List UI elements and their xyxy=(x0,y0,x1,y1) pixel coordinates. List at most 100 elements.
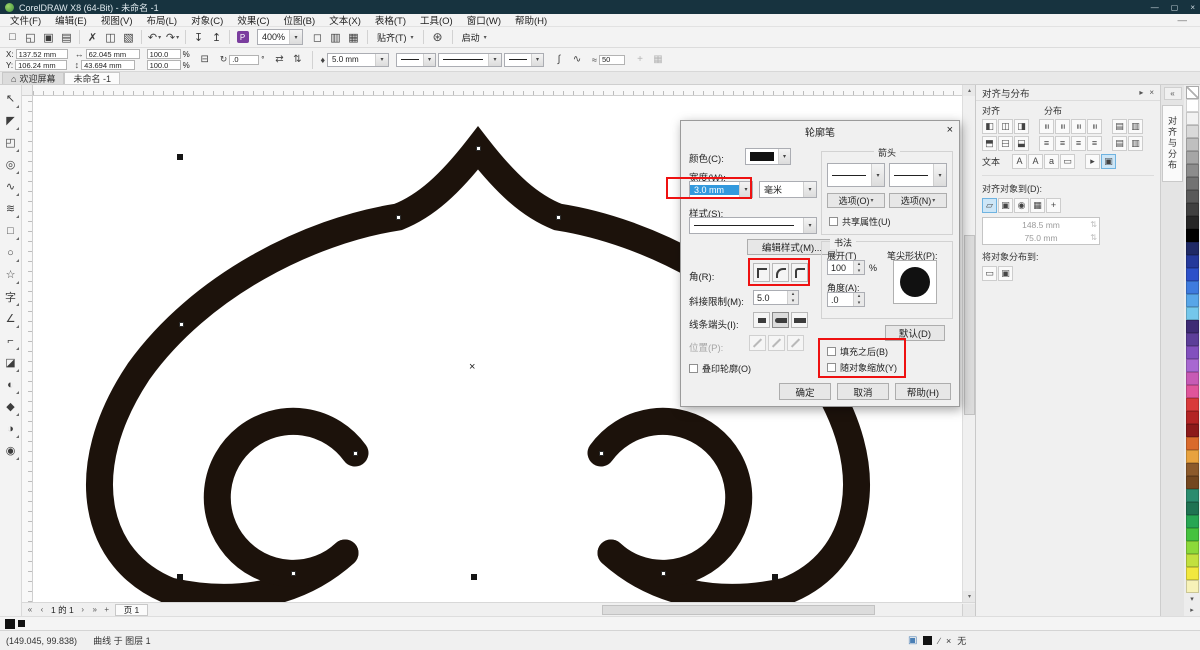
menu-edit[interactable]: 编辑(E) xyxy=(48,13,94,27)
scale-y-field[interactable] xyxy=(147,60,181,70)
square-cap-button[interactable] xyxy=(791,312,808,328)
menu-text[interactable]: 文本(X) xyxy=(322,13,368,27)
distribute-bottom-button[interactable]: ≡ xyxy=(1087,136,1102,151)
window-minimize-icon[interactable]: — xyxy=(1151,3,1159,12)
palette-swatch[interactable] xyxy=(1186,307,1199,320)
palette-swatch[interactable] xyxy=(1186,398,1199,411)
tab-welcome-screen[interactable]: ⌂ 欢迎屏幕 xyxy=(2,72,64,84)
freehand-tool[interactable]: ∿ xyxy=(1,176,20,197)
nib-shape-preview[interactable] xyxy=(893,260,937,304)
dropdown-arrow-icon[interactable]: ▾ xyxy=(803,182,816,197)
dropdown-arrow-icon[interactable]: ▾ xyxy=(531,54,543,66)
bevel-corner-button[interactable] xyxy=(791,263,808,282)
end-arrowhead-combobox[interactable]: ▾ xyxy=(889,163,947,187)
arrow-options-right-button[interactable]: 选项(N)▾ xyxy=(889,193,947,208)
pick-tool[interactable]: ↖ xyxy=(1,88,20,109)
last-page-icon[interactable]: » xyxy=(89,604,101,616)
print-button[interactable]: ▤ xyxy=(58,29,75,46)
menu-layout[interactable]: 布局(L) xyxy=(139,13,184,27)
launch-dropdown[interactable]: 启动 ▾ xyxy=(458,29,491,46)
palette-swatch[interactable] xyxy=(1186,268,1199,281)
outline-width-combobox[interactable]: 3.0 mm ▾ xyxy=(689,181,753,198)
smoothness-field[interactable] xyxy=(599,55,625,65)
horizontal-scrollbar[interactable] xyxy=(152,604,962,616)
close-curve-icon[interactable]: ∫ xyxy=(551,52,567,68)
distribute-spacing-vertical-button[interactable]: ≡ xyxy=(1071,136,1086,151)
palette-swatch[interactable] xyxy=(1186,203,1199,216)
ruler-origin-box[interactable] xyxy=(22,85,33,96)
palette-swatch[interactable] xyxy=(1186,177,1199,190)
curve-node[interactable] xyxy=(476,146,481,151)
align-right-button[interactable]: ◨ xyxy=(1014,119,1029,134)
arrow-options-left-button[interactable]: 选项(O)▾ xyxy=(827,193,885,208)
snap-to-dropdown[interactable]: 贴齐(T) ▾ xyxy=(373,29,418,46)
align-bottom-button[interactable]: ◨ xyxy=(1014,136,1029,151)
menu-effects[interactable]: 效果(C) xyxy=(230,13,276,27)
selection-handle[interactable] xyxy=(177,154,183,160)
outline-color-picker[interactable]: ▾ xyxy=(745,148,791,165)
end-arrowhead-combobox[interactable]: ▾ xyxy=(504,53,544,67)
palette-swatch[interactable] xyxy=(1186,580,1199,593)
align-center-horizontal-button[interactable]: ◫ xyxy=(998,119,1013,134)
dialog-close-icon[interactable]: × xyxy=(947,124,953,136)
palette-swatch[interactable] xyxy=(1186,216,1199,229)
palette-swatch[interactable] xyxy=(1186,138,1199,151)
curve-node[interactable] xyxy=(353,451,358,456)
default-button[interactable]: 默认(D) xyxy=(885,325,945,341)
palette-swatch[interactable] xyxy=(1186,320,1199,333)
stretch-spinner[interactable]: 100 ▴▾ xyxy=(827,260,865,275)
collapse-docker-icon[interactable]: « xyxy=(1164,87,1182,100)
palette-scroll-down-icon[interactable]: ▾ xyxy=(1186,593,1199,604)
share-attributes-checkbox[interactable]: 共享属性(U) xyxy=(829,215,891,228)
zoom-level-combobox[interactable]: 400% ▾ xyxy=(257,29,303,45)
drop-shadow-tool[interactable]: ◪ xyxy=(1,352,20,373)
selection-handle[interactable] xyxy=(177,574,183,580)
nib-angle-spinner[interactable]: .0 ▴▾ xyxy=(827,292,865,307)
mirror-horizontal-icon[interactable]: ⇄ xyxy=(271,52,287,68)
spinner-arrows-icon[interactable]: ▴▾ xyxy=(787,291,798,304)
crop-tool[interactable]: ◰ xyxy=(1,132,20,153)
palette-swatch[interactable] xyxy=(1186,112,1199,125)
dropdown-arrow-icon[interactable]: ▾ xyxy=(778,149,790,164)
palette-swatch[interactable] xyxy=(1186,424,1199,437)
dropdown-arrow-icon[interactable]: ▾ xyxy=(871,164,884,186)
spinner-arrows-icon[interactable]: ⇅ xyxy=(1090,220,1097,229)
line-style-combobox[interactable]: ▾ xyxy=(689,217,817,234)
distribute-right-button[interactable]: ≡ xyxy=(1087,119,1102,134)
text-bounding-box-button[interactable]: ▭ xyxy=(1060,154,1075,169)
vertical-scrollbar[interactable]: ▴ ▾ xyxy=(962,85,975,602)
palette-swatch[interactable] xyxy=(1186,346,1199,359)
palette-swatch[interactable] xyxy=(1186,502,1199,515)
rotation-angle-field[interactable] xyxy=(229,55,259,65)
dropdown-arrow-icon[interactable]: ▾ xyxy=(803,218,816,233)
horizontal-scroll-thumb[interactable] xyxy=(602,605,875,615)
align-to-grid-button[interactable]: ▦ xyxy=(1030,198,1045,213)
palette-swatch[interactable] xyxy=(1186,294,1199,307)
start-arrowhead-combobox[interactable]: ▾ xyxy=(396,53,436,67)
window-maximize-icon[interactable]: ▢ xyxy=(1171,3,1179,12)
palette-swatch[interactable] xyxy=(1186,450,1199,463)
palette-swatch[interactable] xyxy=(1186,411,1199,424)
menu-view[interactable]: 视图(V) xyxy=(94,13,140,27)
palette-swatch[interactable] xyxy=(1186,541,1199,554)
publish-pdf-button[interactable]: P xyxy=(234,29,251,46)
curve-node[interactable] xyxy=(661,571,666,576)
shape-tool[interactable]: ◤ xyxy=(1,110,20,131)
palette-swatch[interactable] xyxy=(1186,190,1199,203)
menu-help[interactable]: 帮助(H) xyxy=(508,13,554,27)
add-page-icon[interactable]: + xyxy=(101,604,113,616)
help-button[interactable]: 帮助(H) xyxy=(895,383,951,400)
round-cap-button[interactable] xyxy=(772,312,789,328)
undo-button[interactable]: ↶▾ xyxy=(146,29,163,46)
round-corner-button[interactable] xyxy=(772,263,789,282)
selection-handle[interactable] xyxy=(772,574,778,580)
palette-swatch[interactable] xyxy=(1186,255,1199,268)
lock-ratio-icon[interactable]: ⊟ xyxy=(197,52,213,68)
document-color-swatch[interactable] xyxy=(5,619,15,629)
text-baseline-last-button[interactable]: A xyxy=(1028,154,1043,169)
palette-swatch[interactable] xyxy=(1186,359,1199,372)
y-position-field[interactable] xyxy=(15,60,67,70)
previous-page-icon[interactable]: ‹ xyxy=(36,604,48,616)
align-to-page-center-button[interactable]: ◉ xyxy=(1014,198,1029,213)
palette-swatch[interactable] xyxy=(1186,281,1199,294)
